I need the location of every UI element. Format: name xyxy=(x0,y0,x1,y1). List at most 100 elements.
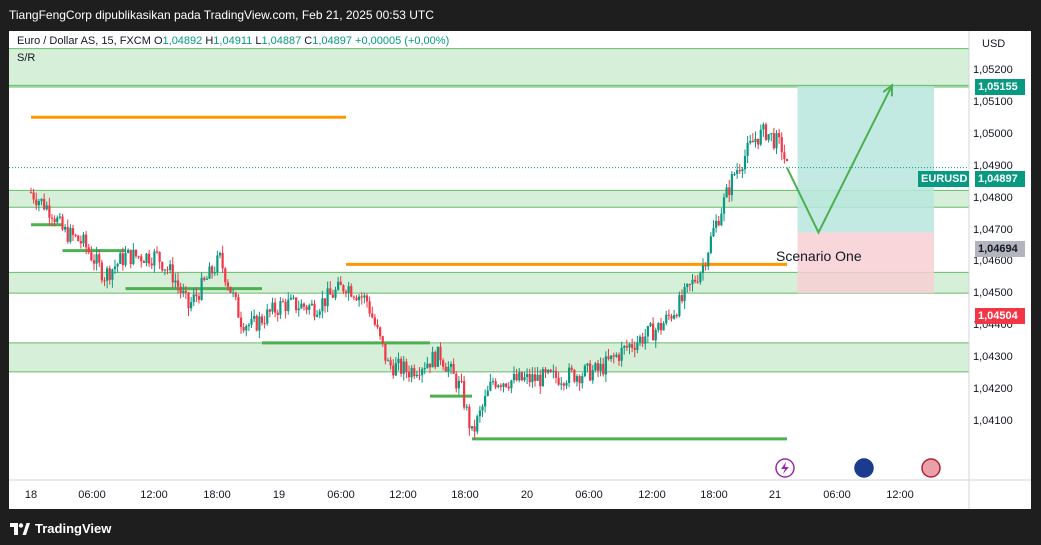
candle-body xyxy=(560,383,563,385)
candle-body xyxy=(116,263,119,267)
candle-body xyxy=(512,374,516,381)
candle-body xyxy=(704,265,707,267)
price-tick-label: 1,04800 xyxy=(973,191,1013,204)
candle-body xyxy=(274,302,277,313)
candle-body xyxy=(633,347,636,350)
event-icons xyxy=(775,458,941,478)
candle-body xyxy=(253,315,256,319)
candle-body xyxy=(646,325,649,337)
candle-body xyxy=(502,383,505,387)
candle-body xyxy=(497,385,500,388)
candle-body xyxy=(213,272,216,274)
candle-body xyxy=(533,374,537,381)
candle-body xyxy=(347,286,350,294)
candle-body xyxy=(145,253,148,264)
candle-body xyxy=(334,289,337,298)
candle-body xyxy=(470,426,474,429)
candle-body xyxy=(722,197,726,214)
candle-body xyxy=(176,280,180,287)
candle-body xyxy=(730,174,733,196)
candle-body xyxy=(187,292,190,309)
candle-body xyxy=(402,361,405,374)
candle-body xyxy=(631,344,634,348)
candle-body xyxy=(436,346,439,367)
candle-body xyxy=(313,303,316,317)
candle-body xyxy=(573,369,576,382)
scenario-label[interactable]: Scenario One xyxy=(776,248,862,264)
candle-body xyxy=(602,363,605,375)
candle-body xyxy=(392,365,395,376)
candle-body xyxy=(250,318,253,325)
candle-body xyxy=(434,351,437,367)
candle-body xyxy=(460,380,463,382)
candle-body xyxy=(539,374,542,387)
candle-body xyxy=(232,292,235,294)
candle-body xyxy=(457,380,460,389)
candle-body xyxy=(465,406,468,408)
candle-body xyxy=(707,252,710,267)
candle-body xyxy=(617,354,621,361)
candle-body xyxy=(670,315,673,319)
candle-body xyxy=(242,327,245,331)
symbol-name[interactable]: Euro / Dollar AS, 15, FXCM xyxy=(17,35,151,47)
candle-body xyxy=(770,133,773,135)
candle-body xyxy=(289,297,292,300)
candle-body xyxy=(641,336,644,344)
time-tick-label: 12:00 xyxy=(140,489,168,501)
candle-body xyxy=(224,268,227,283)
tradingview-logo[interactable]: TradingView xyxy=(10,521,111,536)
price-tick-label: 1,04500 xyxy=(973,287,1013,300)
candle-body xyxy=(355,297,358,301)
eu-event-icon xyxy=(854,458,874,478)
candle-body xyxy=(421,369,424,376)
candle-body xyxy=(780,137,783,153)
candle-body xyxy=(148,253,151,264)
candle-body xyxy=(709,236,712,253)
close-value: 1,04897 xyxy=(312,35,352,47)
candle-body xyxy=(295,297,298,311)
symbol-legend: Euro / Dollar AS, 15, FXCM O1,04892 H1,0… xyxy=(17,35,449,47)
candle-body xyxy=(342,285,345,292)
candle-body xyxy=(339,281,342,286)
candle-body xyxy=(137,256,140,258)
candle-body xyxy=(749,140,752,143)
price-tick-label: 1,05000 xyxy=(973,127,1013,140)
candle-body xyxy=(759,129,762,145)
chart-panel[interactable] xyxy=(9,31,1031,509)
candle-body xyxy=(549,369,552,372)
candle-body xyxy=(158,251,161,262)
candle-body xyxy=(134,249,138,257)
candle-body xyxy=(662,323,665,331)
candle-body xyxy=(37,201,40,206)
candle-body xyxy=(247,324,250,327)
candle-body xyxy=(397,358,400,364)
candle-body xyxy=(284,301,287,312)
candle-body xyxy=(452,363,455,374)
candle-body xyxy=(431,351,434,368)
currency-label[interactable]: USD xyxy=(982,38,1005,50)
candle-body xyxy=(507,386,510,389)
indicator-name[interactable]: S/R xyxy=(17,52,35,64)
candle-body xyxy=(583,365,586,377)
candle-body xyxy=(778,133,781,138)
candle-body xyxy=(526,373,529,378)
time-tick-label: 06:00 xyxy=(823,489,851,501)
candle-body xyxy=(743,155,747,170)
last-price-marker: 1,04897 xyxy=(975,171,1025,187)
candle-body xyxy=(308,305,311,310)
candle-body xyxy=(754,138,757,143)
candle-body xyxy=(562,383,565,386)
candle-body xyxy=(484,396,487,407)
candle-body xyxy=(610,355,613,360)
candle-body xyxy=(216,255,219,273)
candle-body xyxy=(58,216,61,218)
candle-body xyxy=(586,363,589,366)
candle-body xyxy=(541,369,544,387)
candle-body xyxy=(150,263,153,266)
candle-body xyxy=(29,192,33,194)
candle-body xyxy=(489,381,492,391)
candle-body xyxy=(45,205,48,210)
candle-body xyxy=(64,226,67,230)
price-chart[interactable] xyxy=(9,31,1031,509)
candle-body xyxy=(200,277,203,300)
